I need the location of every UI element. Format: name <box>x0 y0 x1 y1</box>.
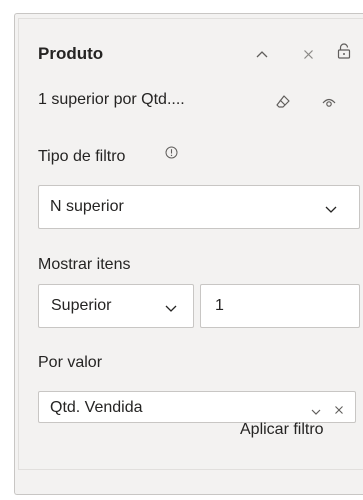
lock-icon[interactable] <box>337 43 351 64</box>
filter-type-dropdown[interactable]: N superior <box>38 185 360 229</box>
eraser-icon[interactable] <box>275 94 291 115</box>
show-items-direction-value: Superior <box>51 297 112 314</box>
chevron-down-icon <box>324 202 338 220</box>
by-value-field-name: Qtd. Vendida <box>50 399 143 416</box>
show-items-label: Mostrar itens <box>38 256 131 273</box>
by-value-field-well[interactable]: Qtd. Vendida <box>38 391 356 423</box>
close-icon[interactable] <box>303 47 314 65</box>
chevron-down-icon[interactable] <box>310 403 322 421</box>
close-icon[interactable] <box>334 402 344 420</box>
eye-icon[interactable] <box>322 96 336 114</box>
chevron-down-icon <box>164 301 178 319</box>
filter-summary: 1 superior por Qtd.... <box>38 91 185 108</box>
info-icon[interactable] <box>165 146 178 164</box>
show-items-direction-dropdown[interactable]: Superior <box>38 284 194 328</box>
by-value-label: Por valor <box>38 354 103 371</box>
apply-filter-button[interactable]: Aplicar filtro <box>240 421 324 439</box>
filter-type-label: Tipo de filtro <box>38 148 126 165</box>
show-items-count-input[interactable]: 1 <box>200 284 360 328</box>
chevron-up-icon[interactable] <box>255 46 269 64</box>
filter-type-value: N superior <box>50 198 124 215</box>
show-items-count-value: 1 <box>215 297 224 314</box>
filter-card-title: Produto <box>38 44 104 63</box>
